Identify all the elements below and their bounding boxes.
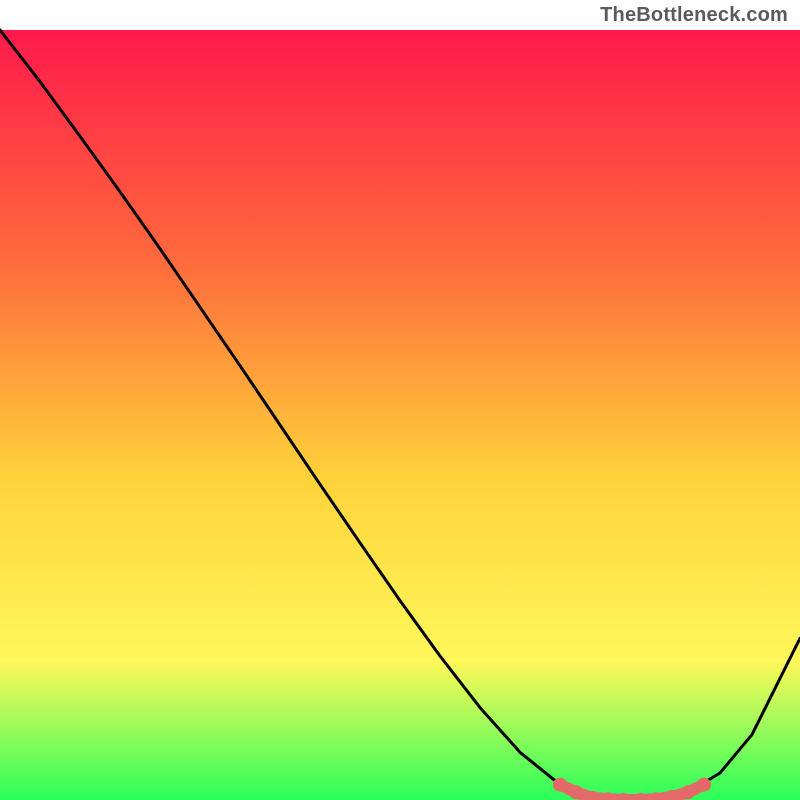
- optimal-dot: [569, 785, 583, 799]
- gradient-background: [0, 30, 800, 800]
- optimal-dot: [697, 778, 711, 792]
- site-watermark: TheBottleneck.com: [600, 4, 788, 27]
- bottleneck-chart-svg: [0, 0, 800, 800]
- optimal-dot: [681, 785, 695, 799]
- optimal-dot: [553, 778, 567, 792]
- chart-canvas: TheBottleneck.com: [0, 0, 800, 800]
